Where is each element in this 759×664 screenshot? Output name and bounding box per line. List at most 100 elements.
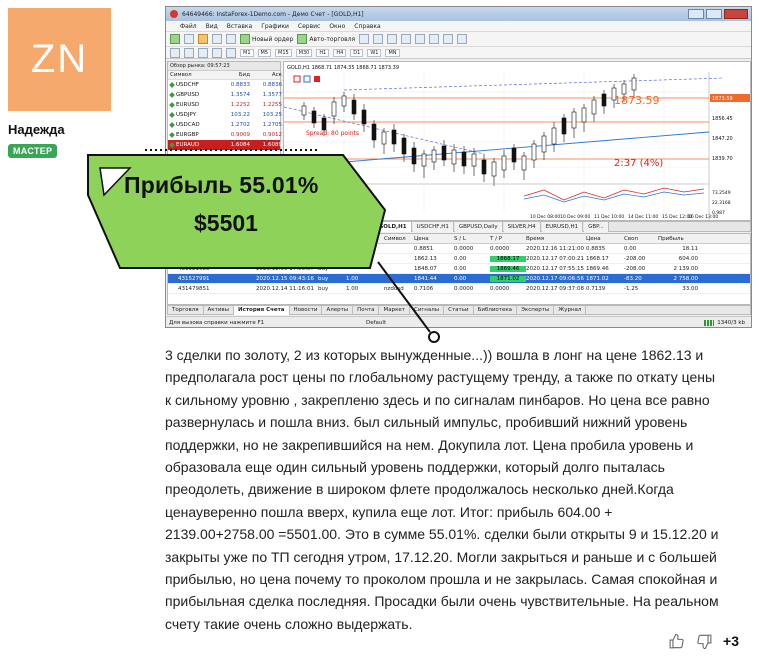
cell: 2020.12.16 11:21:00 (526, 245, 584, 252)
bid: 1.6084 (230, 142, 250, 148)
terminal-title-bar: 64649466: InstaForex-1Demo.com - Демо Сч… (166, 7, 751, 21)
cursor-icon (170, 47, 180, 58)
order-row: 431479851 2020.12.14 11:16:01 buy 1.00 nzdus… (168, 284, 750, 294)
chart-tab: AUDUSD,Daily (325, 221, 374, 232)
cell: buy (318, 265, 329, 272)
axis-price: 1873.59 (712, 96, 733, 102)
zoom-in-icon (401, 34, 412, 44)
time-label: 14 Dec 11:00 (628, 214, 658, 220)
cell: 0.0000 (490, 245, 510, 252)
indicators-icon (443, 34, 454, 44)
tile-windows-icon (429, 34, 440, 44)
new-order-icon (240, 34, 250, 44)
cell: 2020.12.14 11:16:01 (256, 285, 314, 292)
callout-profit-amount: $5501 (194, 210, 258, 236)
price-chart: GOLD,H1 1868.71 1874.35 1868.71 1873.39 (283, 61, 751, 221)
terminal-tab: Новости (290, 305, 323, 315)
reactions-bar: +3 (667, 632, 739, 650)
timeframe-d1: D1 (350, 48, 364, 57)
terminal-menu-bar: Файл Вид Вставка Графики Сервис Окно Спр… (166, 21, 751, 32)
menu-item: Графики (261, 22, 289, 30)
cell: 18.11 (682, 245, 698, 252)
time-label: 10 Dec 09:00 (560, 214, 590, 220)
cell: 2020.12.17 07:00:21 (526, 255, 584, 262)
menu-item: Файл (180, 22, 197, 30)
chart-marker-icon (293, 75, 301, 83)
cell: nzdusd (384, 285, 404, 292)
cell: 0.00 (454, 255, 467, 262)
menu-item: Окно (329, 22, 346, 30)
cell: 431479851 (178, 285, 210, 292)
chart-tab: GBPUSD,Daily (454, 221, 503, 232)
terminal-status-bar: Для вызова справки нажмите F1 Default 13… (166, 316, 751, 327)
app-icon (170, 10, 178, 18)
cell: 2020.12.17 09:37:08 (526, 285, 584, 292)
auto-trading-icon (297, 34, 308, 44)
axis-price: 1847.20 (712, 136, 733, 142)
terminal-tab: Торговля (168, 305, 204, 315)
thumbs-up-icon[interactable] (667, 632, 685, 650)
cell: 0.0000 (490, 285, 510, 292)
terminal-icon (226, 34, 236, 44)
timeframe-m15: M15 (275, 48, 292, 57)
menu-item: Справка (354, 22, 381, 30)
ask: 0.8836 (262, 82, 282, 88)
market-watch-icon (198, 34, 208, 44)
cell: 2020.12.17 07:55:15 (526, 265, 584, 272)
symbol: USDCHF (170, 82, 218, 88)
terminal-tab: Сигналы (410, 305, 445, 315)
bid: 1.2702 (230, 122, 250, 128)
cell: 1.00 (346, 285, 359, 292)
cell-tp: 1869.46 (490, 265, 526, 272)
post-text: 3 сделки по золоту, 2 из которых вынужде… (165, 347, 719, 632)
thumbs-down-icon[interactable] (695, 632, 713, 650)
status-profile: Default (366, 319, 387, 326)
terminal-title: 64649466: InstaForex-1Demo.com - Демо Сч… (182, 10, 364, 18)
cell: 0.8851 (414, 245, 434, 252)
timeframe-h4: H4 (333, 48, 347, 57)
terminal-tab: Почта (353, 305, 380, 315)
column-sl: S / L (454, 235, 466, 242)
author-name[interactable]: Надежда (8, 122, 65, 137)
status-connection: 1340/3 kb (704, 319, 745, 326)
timeframe-m30: M30 (295, 48, 313, 57)
timeframe-m5: M5 (257, 48, 271, 57)
cell: 1862.13 (414, 255, 437, 262)
cell: -208.00 (624, 255, 646, 262)
axis-price: 1856.45 (712, 116, 733, 122)
chart-symbol-line: GOLD,H1 1868.71 1874.35 1868.71 1873.39 (287, 65, 399, 71)
crosshair-icon (184, 47, 194, 58)
chart-grid (284, 72, 709, 212)
minimize-icon (688, 9, 704, 19)
bid: 0.9009 (230, 132, 250, 138)
avatar[interactable]: ZN (8, 8, 111, 111)
window-controls (688, 9, 748, 19)
chart-marker-icon (314, 76, 320, 82)
zoom-out-icon (415, 34, 426, 44)
horizontal-line-icon (212, 47, 222, 58)
column-profit: Прибыль (658, 235, 684, 242)
ask: 1.3577 (262, 92, 282, 98)
percent-label: 2:37 (4%) (614, 158, 663, 169)
close-icon (724, 9, 748, 19)
cell-tp: 1868.17 (490, 255, 526, 262)
cell: 1868.17 (586, 255, 609, 262)
cell: 604.00 (678, 255, 698, 262)
line-chart-icon (387, 34, 398, 44)
terminal-tab: Библиотека (474, 305, 518, 315)
terminal-toolbar: Новый ордер Авто-торговля (166, 32, 751, 47)
cell: 0.0000 (454, 245, 474, 252)
cell: 0.7106 (414, 285, 434, 292)
cell: 431321088 (178, 265, 210, 272)
status-traffic: 1340/3 kb (717, 319, 745, 326)
terminal-history-panel: Ордер Время Тип Объем Символ Цена S / L … (167, 233, 751, 305)
terminal-tab: Активы (204, 305, 234, 315)
profiles-icon (184, 34, 194, 44)
candle-chart-icon (373, 34, 384, 44)
cell: 2020.12.09 17:55:57 (256, 265, 314, 272)
market-watch-row: EURGBP 0.9009 0.9012 (168, 130, 282, 140)
cell: 2 758.00 (673, 275, 699, 282)
terminal-tab: Маркет (379, 305, 410, 315)
navigator-icon (212, 34, 222, 44)
chart-tab: EURUSD,H1 (541, 221, 584, 232)
